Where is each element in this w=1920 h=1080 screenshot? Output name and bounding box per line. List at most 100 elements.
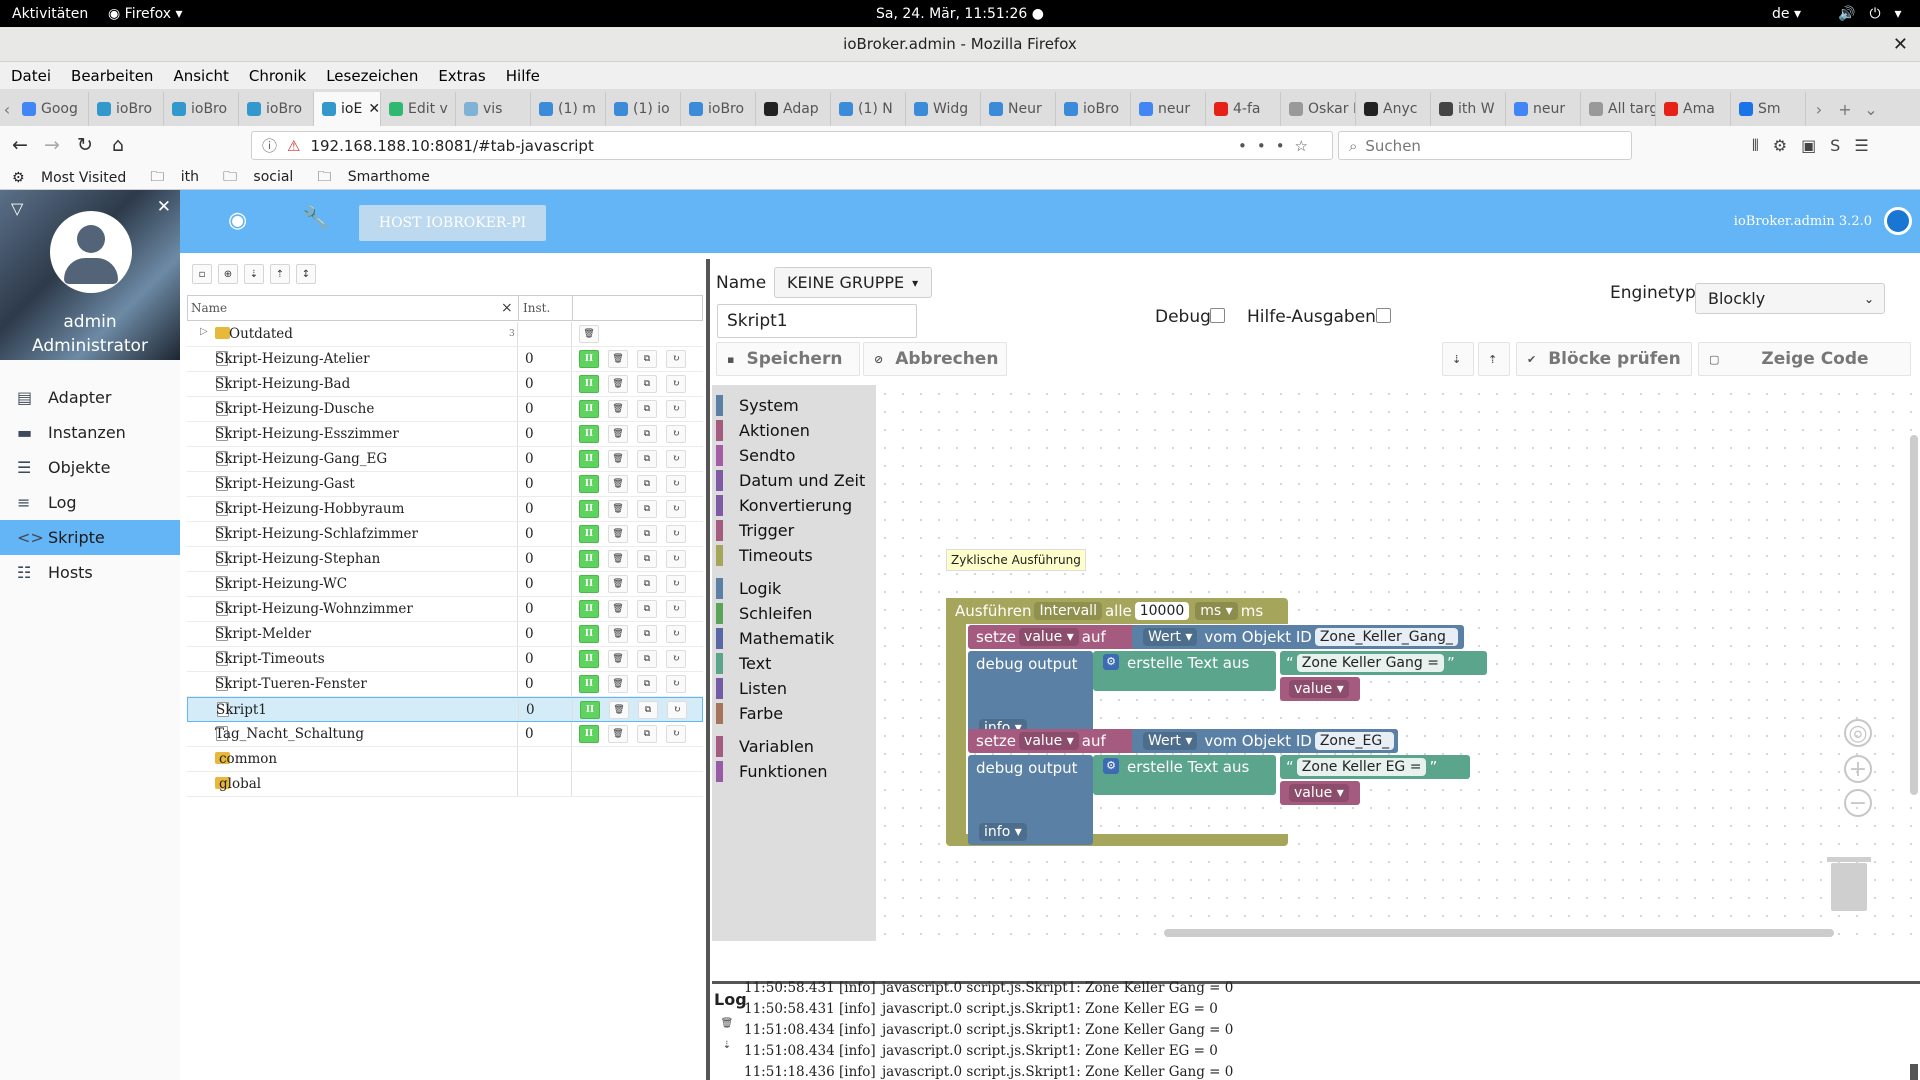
folder-row[interactable]: common bbox=[187, 747, 703, 772]
sort-icon[interactable]: ↕ bbox=[296, 264, 316, 284]
bookmark-item[interactable]: ⚙ Most Visited bbox=[12, 170, 138, 186]
show-code-button[interactable]: ▢ Zeige Code bbox=[1698, 342, 1911, 376]
recenter-icon[interactable]: ◎ bbox=[1844, 719, 1872, 747]
copy-icon[interactable]: ⧉ bbox=[637, 675, 657, 693]
toolbox-category-konvertierung[interactable]: Konvertierung bbox=[712, 493, 876, 517]
scroll-tabs-right-icon[interactable]: › bbox=[1806, 92, 1832, 126]
restart-icon[interactable]: ↻ bbox=[666, 725, 686, 743]
interval-dropdown[interactable]: Intervall bbox=[1034, 602, 1102, 620]
pause-icon[interactable]: II bbox=[579, 600, 599, 618]
browser-tab[interactable]: ioBro bbox=[89, 92, 164, 126]
pause-icon[interactable]: II bbox=[579, 550, 599, 568]
eye-icon[interactable]: ◉ bbox=[228, 208, 247, 233]
copy-icon[interactable]: ⧉ bbox=[637, 600, 657, 618]
copy-icon[interactable]: ⧉ bbox=[637, 425, 657, 443]
copy-icon[interactable]: ⧉ bbox=[637, 375, 657, 393]
copy-icon[interactable]: ⧉ bbox=[637, 725, 657, 743]
script-row[interactable]: Skript-Melder 0 II 🗑 ⧉ ↻ bbox=[187, 622, 703, 647]
toolbox-category-variablen[interactable]: Variablen bbox=[712, 734, 876, 758]
toolbox-category-trigger[interactable]: Trigger bbox=[712, 518, 876, 542]
export-blocks-button[interactable]: ⇣ bbox=[1442, 342, 1474, 376]
search-bar[interactable]: ⌕ Suchen bbox=[1338, 131, 1632, 160]
restart-icon[interactable]: ↻ bbox=[666, 675, 686, 693]
script-row[interactable]: Skript-Heizung-Atelier 0 II 🗑 ⧉ ↻ bbox=[187, 347, 703, 372]
system-menu[interactable]: 🔊⏻▾ bbox=[1838, 6, 1916, 22]
browser-tab[interactable]: ioBro bbox=[164, 92, 239, 126]
gear-icon[interactable]: ⚙ bbox=[1103, 654, 1119, 670]
debug-checkbox[interactable] bbox=[1210, 308, 1225, 323]
delete-icon[interactable]: 🗑 bbox=[609, 701, 629, 719]
interval-value-field[interactable]: 10000 bbox=[1134, 602, 1190, 620]
script-row[interactable]: Skript-Heizung-Hobbyraum 0 II 🗑 ⧉ ↻ bbox=[187, 497, 703, 522]
browser-tab[interactable]: ioBro bbox=[1056, 92, 1131, 126]
restart-icon[interactable]: ↻ bbox=[666, 525, 686, 543]
bookmark-item[interactable]: 🗀 Smarthome bbox=[317, 166, 442, 190]
toolbox-category-farbe[interactable]: Farbe bbox=[712, 701, 876, 725]
browser-tab[interactable]: Edit v bbox=[381, 92, 456, 126]
browser-tab[interactable]: Widg bbox=[906, 92, 981, 126]
check-blocks-button[interactable]: ✔ Blöcke prüfen bbox=[1516, 342, 1692, 376]
script-row[interactable]: Skript-Heizung-Schlafzimmer 0 II 🗑 ⧉ ↻ bbox=[187, 522, 703, 547]
script-row[interactable]: Skript-Heizung-Bad 0 II 🗑 ⧉ ↻ bbox=[187, 372, 703, 397]
restart-icon[interactable]: ↻ bbox=[666, 600, 686, 618]
pause-icon[interactable]: II bbox=[579, 400, 599, 418]
workspace-horizontal-scrollbar[interactable] bbox=[1164, 929, 1834, 937]
nav-item-objekte[interactable]: ☰ Objekte bbox=[0, 450, 180, 485]
toolbox-category-schleifen[interactable]: Schleifen bbox=[712, 601, 876, 625]
power-icon[interactable] bbox=[1884, 207, 1912, 235]
menu-extras[interactable]: Extras bbox=[438, 67, 485, 85]
restart-icon[interactable]: ↻ bbox=[666, 625, 686, 643]
pause-icon[interactable]: II bbox=[579, 525, 599, 543]
bookmark-item[interactable]: 🗀 social bbox=[223, 166, 305, 190]
delete-icon[interactable]: 🗑 bbox=[608, 375, 628, 393]
script-row[interactable]: Skript-Timeouts 0 II 🗑 ⧉ ↻ bbox=[187, 647, 703, 672]
script-row[interactable]: Skript-Heizung-WC 0 II 🗑 ⧉ ↻ bbox=[187, 572, 703, 597]
clear-log-icon[interactable]: 🗑 bbox=[718, 1014, 736, 1032]
browser-tab[interactable]: Goog bbox=[14, 92, 89, 126]
object-id-field[interactable]: Zone_Keller_Gang_ bbox=[1314, 628, 1458, 646]
tab-list-icon[interactable]: ⌄ bbox=[1858, 92, 1884, 126]
copy-icon[interactable]: ⧉ bbox=[637, 625, 657, 643]
pause-icon[interactable]: II bbox=[579, 375, 599, 393]
browser-tab[interactable]: ioBro bbox=[681, 92, 756, 126]
toolbox-category-datum-und-zeit[interactable]: Datum und Zeit bbox=[712, 468, 876, 492]
menu-lesezeichen[interactable]: Lesezeichen bbox=[326, 67, 418, 85]
browser-tab[interactable]: (1) m bbox=[531, 92, 606, 126]
script-row[interactable]: Skript-Heizung-Gang_EG 0 II 🗑 ⧉ ↻ bbox=[187, 447, 703, 472]
value-type-dropdown[interactable]: Wert ▾ bbox=[1143, 732, 1198, 750]
close-icon[interactable]: ✕ bbox=[157, 197, 171, 217]
reload-icon[interactable]: ↻ bbox=[70, 134, 100, 156]
engine-select[interactable]: Blockly ⌄ bbox=[1695, 283, 1885, 314]
scroll-tabs-left-icon[interactable]: ‹ bbox=[0, 92, 14, 126]
menu-ansicht[interactable]: Ansicht bbox=[173, 67, 228, 85]
unit-dropdown[interactable]: ms ▾ bbox=[1195, 602, 1238, 620]
restart-icon[interactable]: ↻ bbox=[666, 450, 686, 468]
folder-row[interactable]: global bbox=[187, 772, 703, 797]
info-icon[interactable]: ⓘ bbox=[262, 135, 277, 156]
close-tab-icon[interactable]: ✕ bbox=[368, 101, 380, 117]
dropdown-icon[interactable]: ▽ bbox=[11, 199, 23, 218]
delete-icon[interactable]: 🗑 bbox=[608, 525, 628, 543]
delete-icon[interactable]: 🗑 bbox=[608, 575, 628, 593]
restart-icon[interactable]: ↻ bbox=[666, 575, 686, 593]
pause-icon[interactable]: II bbox=[579, 500, 599, 518]
script-row[interactable]: Skript-Heizung-Wohnzimmer 0 II 🗑 ⧉ ↻ bbox=[187, 597, 703, 622]
script-row[interactable]: Skript1 0 II 🗑 ⧉ ↻ bbox=[187, 697, 703, 722]
delete-icon[interactable]: 🗑 bbox=[608, 600, 628, 618]
export-icon[interactable]: ⇡ bbox=[270, 264, 290, 284]
browser-tab[interactable]: Oskar N bbox=[1281, 92, 1356, 126]
restart-icon[interactable]: ↻ bbox=[666, 350, 686, 368]
toolbox-category-sendto[interactable]: Sendto bbox=[712, 443, 876, 467]
close-window-icon[interactable]: ✕ bbox=[1893, 34, 1908, 55]
browser-tab[interactable]: neur bbox=[1506, 92, 1581, 126]
nav-item-instanzen[interactable]: ▬ Instanzen bbox=[0, 415, 180, 450]
import-icon[interactable]: ⇣ bbox=[244, 264, 264, 284]
toolbox-category-text[interactable]: Text bbox=[712, 651, 876, 675]
variable-dropdown[interactable]: value ▾ bbox=[1019, 732, 1079, 750]
pause-icon[interactable]: II bbox=[579, 650, 599, 668]
pause-icon[interactable]: II bbox=[580, 701, 600, 719]
variable-dropdown[interactable]: value ▾ bbox=[1289, 680, 1349, 698]
folder-row[interactable]: ▷ Outdated 3 🗑 bbox=[187, 322, 703, 347]
copy-icon[interactable]: ⧉ bbox=[637, 400, 657, 418]
delete-icon[interactable]: 🗑 bbox=[608, 650, 628, 668]
